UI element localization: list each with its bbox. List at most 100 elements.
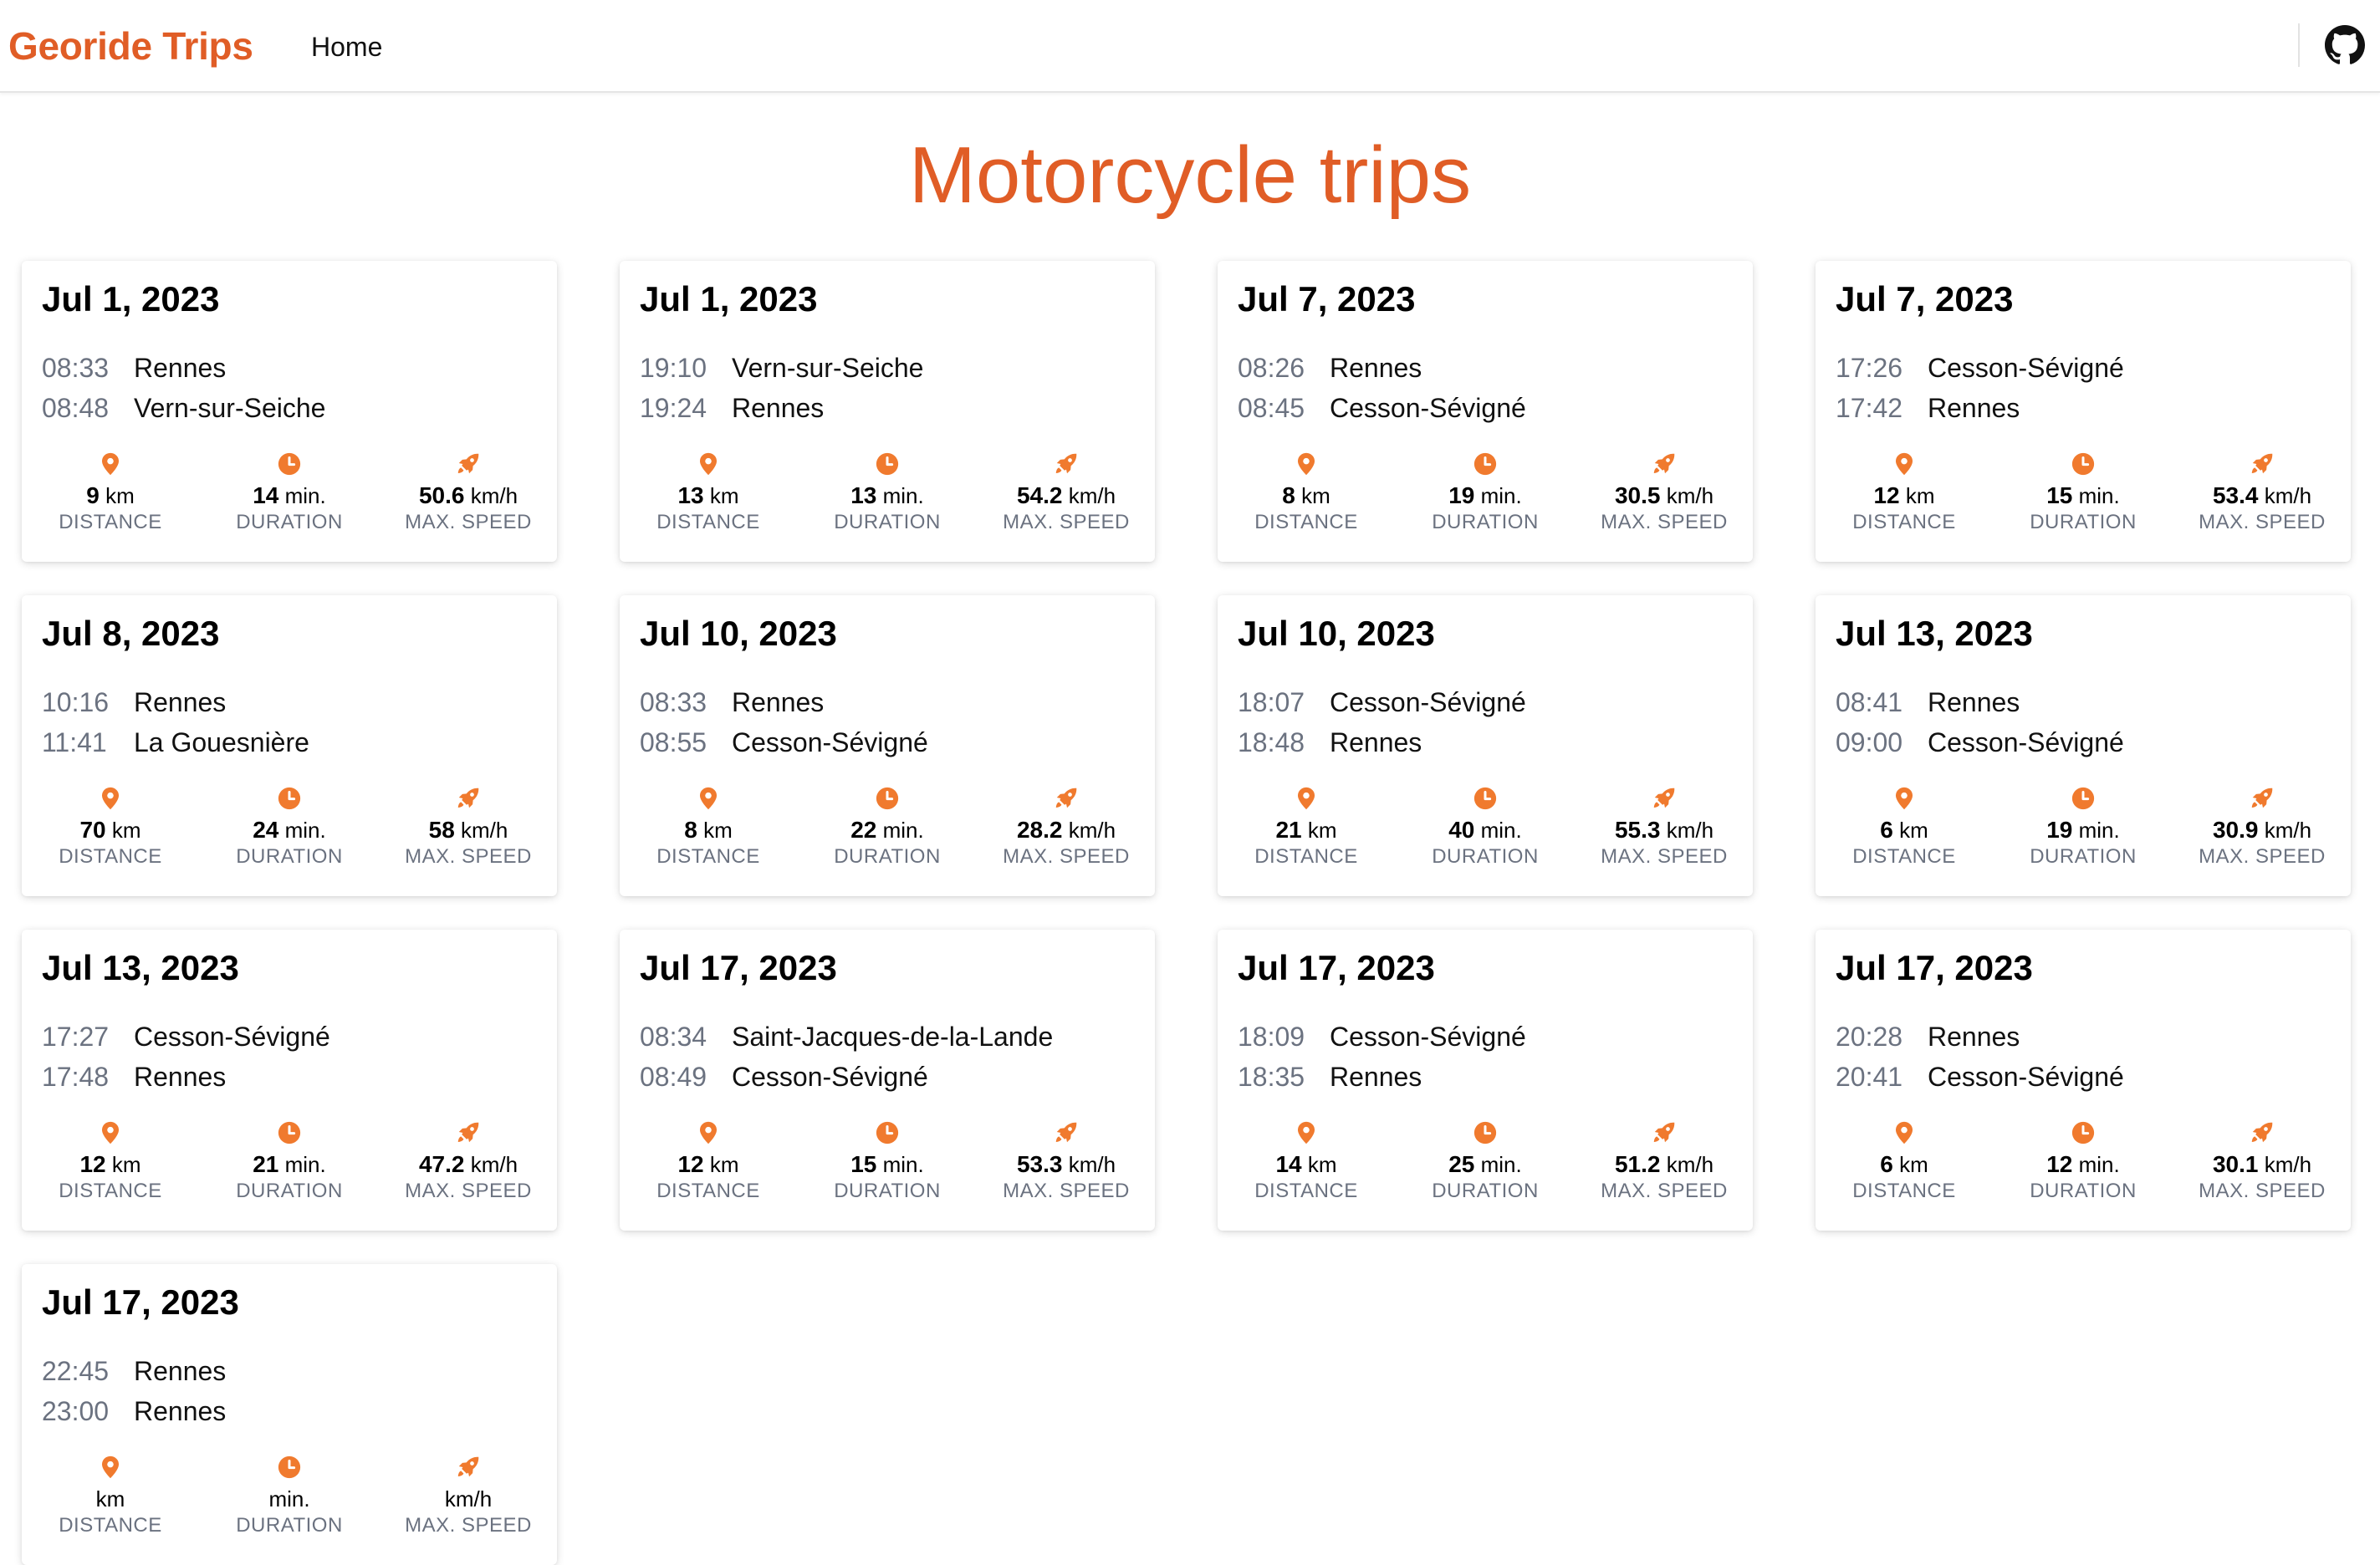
max-speed-value: 51.2 km/h xyxy=(1614,1151,1714,1177)
rocket-icon xyxy=(1653,788,1675,808)
duration-value: 15 min. xyxy=(2046,482,2120,508)
arrival-time: 11:41 xyxy=(42,727,107,757)
max-speed-label: MAX. SPEED xyxy=(405,511,532,533)
max-speed-label: MAX. SPEED xyxy=(2199,511,2326,533)
departure-row: 08:33 Rennes xyxy=(42,351,226,385)
trip-card[interactable]: Jul 7, 2023 17:26 Cesson-Sévigné 17:42 R… xyxy=(1816,261,2351,562)
trip-date: Jul 1, 2023 xyxy=(640,279,818,319)
github-link[interactable] xyxy=(2325,25,2365,65)
departure-place: Cesson-Sévigné xyxy=(1330,687,1526,717)
max-speed-label: MAX. SPEED xyxy=(1003,1180,1130,1202)
rocket-icon xyxy=(1653,453,1675,474)
trip-card[interactable]: Jul 17, 2023 18:09 Cesson-Sévigné 18:35 … xyxy=(1218,930,1753,1231)
distance-label: DISTANCE xyxy=(1254,845,1358,868)
rocket-icon xyxy=(1055,788,1077,808)
distance-value: 21 km xyxy=(1275,817,1337,843)
stat-max-speed: 47.2 km/h MAX. SPEED xyxy=(385,1120,552,1204)
max-speed-value: 50.6 km/h xyxy=(418,482,518,508)
stat-distance: km DISTANCE xyxy=(27,1455,194,1538)
duration-value: 25 min. xyxy=(1448,1151,1522,1177)
distance-label: DISTANCE xyxy=(656,1180,760,1202)
top-navbar: Georide Trips Home xyxy=(0,0,2380,93)
arrival-place: Cesson-Sévigné xyxy=(1928,727,2124,757)
trip-stats: 70 km DISTANCE 24 min. DURATION 58 km/h … xyxy=(22,786,557,878)
departure-place: Cesson-Sévigné xyxy=(134,1022,330,1052)
trip-card[interactable]: Jul 1, 2023 19:10 Vern-sur-Seiche 19:24 … xyxy=(620,261,1155,562)
map-pin-icon xyxy=(102,452,119,476)
trip-card[interactable]: Jul 13, 2023 17:27 Cesson-Sévigné 17:48 … xyxy=(22,930,557,1231)
distance-label: DISTANCE xyxy=(59,1180,162,1202)
trip-card[interactable]: Jul 17, 2023 08:34 Saint-Jacques-de-la-L… xyxy=(620,930,1155,1231)
departure-place: Cesson-Sévigné xyxy=(1330,1022,1526,1052)
map-pin-icon xyxy=(1896,1121,1913,1144)
arrival-row: 08:49 Cesson-Sévigné xyxy=(640,1060,928,1093)
departure-row: 19:10 Vern-sur-Seiche xyxy=(640,351,923,385)
max-speed-value: 30.5 km/h xyxy=(1614,482,1714,508)
trip-card[interactable]: Jul 10, 2023 08:33 Rennes 08:55 Cesson-S… xyxy=(620,595,1155,896)
stat-distance: 8 km DISTANCE xyxy=(1223,451,1390,535)
trip-card[interactable]: Jul 7, 2023 08:26 Rennes 08:45 Cesson-Sé… xyxy=(1218,261,1753,562)
map-pin-icon xyxy=(700,452,717,476)
nav-link-home[interactable]: Home xyxy=(311,30,382,64)
map-pin-icon xyxy=(1298,1121,1315,1144)
stat-distance: 12 km DISTANCE xyxy=(27,1120,194,1204)
clock-icon xyxy=(278,1455,301,1479)
arrival-place: Rennes xyxy=(1330,1062,1422,1092)
trip-card[interactable]: Jul 17, 2023 20:28 Rennes 20:41 Cesson-S… xyxy=(1816,930,2351,1231)
stat-distance: 70 km DISTANCE xyxy=(27,786,194,869)
departure-time: 08:33 xyxy=(42,353,110,383)
trip-stats: 9 km DISTANCE 14 min. DURATION 50.6 km/h xyxy=(22,451,557,543)
distance-value: 6 km xyxy=(1880,817,1928,843)
max-speed-label: MAX. SPEED xyxy=(405,1180,532,1202)
max-speed-value: 53.3 km/h xyxy=(1016,1151,1116,1177)
duration-value: 19 min. xyxy=(1448,482,1522,508)
trip-date: Jul 10, 2023 xyxy=(640,614,837,653)
clock-icon xyxy=(2071,787,2095,810)
trip-card[interactable]: Jul 13, 2023 08:41 Rennes 09:00 Cesson-S… xyxy=(1816,595,2351,896)
map-pin-icon xyxy=(1896,452,1913,476)
duration-label: DURATION xyxy=(1432,1180,1539,1202)
clock-icon xyxy=(876,452,899,476)
clock-icon xyxy=(2071,1121,2095,1144)
trip-stats: 8 km DISTANCE 19 min. DURATION 30.5 km/h xyxy=(1218,451,1753,543)
trip-stats: 21 km DISTANCE 40 min. DURATION 55.3 km/… xyxy=(1218,786,1753,878)
rocket-icon xyxy=(2251,788,2273,808)
distance-value: 8 km xyxy=(684,817,733,843)
trip-card[interactable]: Jul 8, 2023 10:16 Rennes 11:41 La Gouesn… xyxy=(22,595,557,896)
map-pin-icon xyxy=(700,787,717,810)
departure-time: 18:09 xyxy=(1238,1022,1305,1052)
trip-card[interactable]: Jul 17, 2023 22:45 Rennes 23:00 Rennes k… xyxy=(22,1264,557,1565)
departure-row: 08:33 Rennes xyxy=(640,686,824,719)
distance-label: DISTANCE xyxy=(1254,1180,1358,1202)
clock-icon xyxy=(278,452,301,476)
trip-stats: 13 km DISTANCE 13 min. DURATION 54.2 km/… xyxy=(620,451,1155,543)
arrival-time: 08:55 xyxy=(640,727,707,757)
trip-date: Jul 17, 2023 xyxy=(1238,948,1435,987)
map-pin-icon xyxy=(102,1455,119,1479)
stat-max-speed: 28.2 km/h MAX. SPEED xyxy=(983,786,1150,869)
distance-value: 8 km xyxy=(1282,482,1330,508)
trip-card[interactable]: Jul 1, 2023 08:33 Rennes 08:48 Vern-sur-… xyxy=(22,261,557,562)
trip-date: Jul 7, 2023 xyxy=(1238,279,1416,319)
trip-stats: 12 km DISTANCE 15 min. DURATION 53.4 km/… xyxy=(1816,451,2351,543)
clock-icon xyxy=(1473,452,1497,476)
map-pin-icon xyxy=(102,787,119,810)
arrival-row: 18:35 Rennes xyxy=(1238,1060,1422,1093)
map-pin-icon xyxy=(1298,787,1315,810)
stat-distance: 6 km DISTANCE xyxy=(1821,1120,1988,1204)
brand-link[interactable]: Georide Trips xyxy=(8,23,253,69)
trip-card[interactable]: Jul 10, 2023 18:07 Cesson-Sévigné 18:48 … xyxy=(1218,595,1753,896)
stat-distance: 21 km DISTANCE xyxy=(1223,786,1390,869)
stat-distance: 12 km DISTANCE xyxy=(625,1120,792,1204)
stat-duration: min. DURATION xyxy=(206,1455,373,1538)
stat-duration: 15 min. DURATION xyxy=(2000,451,2167,535)
map-pin-icon xyxy=(102,1121,119,1144)
trip-date: Jul 10, 2023 xyxy=(1238,614,1435,653)
arrival-row: 17:48 Rennes xyxy=(42,1060,226,1093)
duration-label: DURATION xyxy=(1432,845,1539,868)
trip-stats: 12 km DISTANCE 21 min. DURATION 47.2 km/… xyxy=(22,1120,557,1212)
arrival-time: 08:49 xyxy=(640,1062,707,1092)
stat-duration: 25 min. DURATION xyxy=(1402,1120,1569,1204)
departure-time: 19:10 xyxy=(640,353,707,383)
duration-value: 40 min. xyxy=(1448,817,1522,843)
